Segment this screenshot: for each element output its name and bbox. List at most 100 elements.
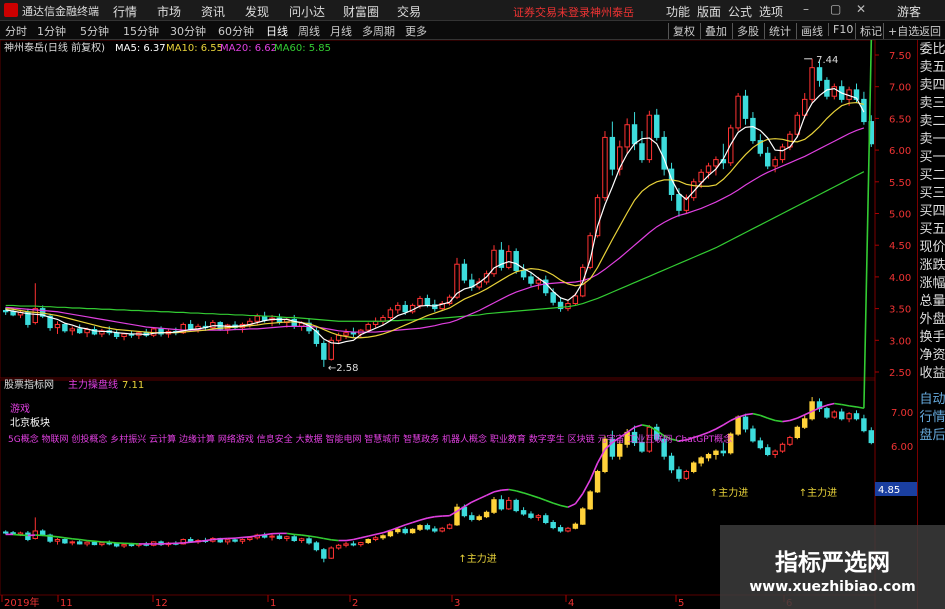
sub-candle-body bbox=[572, 523, 579, 529]
candle-body bbox=[187, 323, 194, 330]
tool-duogu[interactable]: 多股 bbox=[732, 23, 759, 39]
period-monthly[interactable]: 月线 bbox=[330, 23, 352, 39]
menu-jiaoyi[interactable]: 交易 bbox=[397, 3, 421, 20]
guest-button[interactable]: 游客 bbox=[897, 3, 921, 20]
period-5min[interactable]: 5分钟 bbox=[80, 23, 109, 39]
menu-banmian[interactable]: 版面 bbox=[697, 3, 721, 20]
moving-average-lines: 7.44 ←2.58 bbox=[5, 55, 865, 374]
sub-candle-body bbox=[750, 428, 756, 442]
tool-fuquan[interactable]: 复权 bbox=[668, 23, 695, 39]
main-force-line-segment bbox=[13, 533, 21, 536]
tool-biaoji[interactable]: 标记 bbox=[855, 23, 882, 39]
date-tick-label: 11 bbox=[60, 598, 73, 609]
watermark-url: www.xuezhibiao.com bbox=[749, 579, 916, 595]
tool-tongji[interactable]: 统计 bbox=[764, 23, 791, 39]
menu-zixun[interactable]: 资讯 bbox=[201, 3, 225, 20]
period-1min[interactable]: 1分钟 bbox=[37, 23, 66, 39]
sub-candle-body bbox=[705, 454, 712, 459]
menu-xuanxiang[interactable]: 选项 bbox=[759, 3, 783, 20]
candle-body bbox=[594, 197, 601, 237]
price-readout: 4.85 bbox=[878, 485, 900, 496]
price-tick-label: 4.50 bbox=[889, 241, 911, 252]
watermark-title: 指标严选网 bbox=[775, 550, 890, 576]
sub-candle-body bbox=[121, 544, 127, 547]
tool-f10[interactable]: F10 bbox=[828, 23, 853, 36]
period-30min[interactable]: 30分钟 bbox=[170, 23, 206, 39]
main-force-line-segment bbox=[789, 417, 798, 422]
main-force-line-segment bbox=[397, 524, 406, 529]
candle-body bbox=[713, 159, 719, 167]
main-force-line-segment bbox=[552, 502, 561, 507]
sidebar-item-21[interactable]: 盘后 bbox=[919, 428, 945, 444]
main-force-line-segment bbox=[856, 406, 865, 410]
minimize-icon[interactable]: – bbox=[803, 2, 809, 16]
sidebar-item-6: 买一 bbox=[919, 150, 945, 165]
period-fenshi[interactable]: 分时 bbox=[5, 23, 27, 39]
sub-candle-body bbox=[291, 536, 297, 542]
sub-candle-body bbox=[113, 543, 120, 547]
tool-back[interactable]: 返回 bbox=[919, 23, 941, 39]
sub-candle-body bbox=[269, 535, 275, 538]
sidebar-item-20[interactable]: 行情 bbox=[919, 410, 945, 426]
sub-panel-title: 股票指标网 bbox=[4, 378, 54, 391]
main-force-line-segment bbox=[722, 419, 732, 426]
main-force-line-segment bbox=[863, 40, 873, 409]
sidebar-item-19[interactable]: 自动 bbox=[919, 392, 945, 408]
candle-body bbox=[639, 143, 645, 161]
main-force-line-segment bbox=[515, 490, 524, 494]
sub-candle-body bbox=[409, 528, 416, 534]
main-force-line-segment bbox=[715, 424, 724, 430]
price-tick-label: 4.00 bbox=[889, 273, 911, 284]
sub-candle-body bbox=[853, 413, 860, 420]
menu-wenxiaoda[interactable]: 问小达 bbox=[289, 3, 325, 20]
sub-candle-body bbox=[365, 539, 371, 544]
sidebar-item-4: 卖二 bbox=[919, 114, 945, 129]
main-force-line-segment bbox=[50, 535, 58, 538]
main-force-line-segment bbox=[190, 540, 199, 544]
main-force-line-segment bbox=[345, 538, 354, 542]
tool-add-watchlist[interactable]: +自选 bbox=[883, 23, 919, 39]
main-force-line-segment bbox=[560, 504, 569, 508]
date-tick-label: 1 bbox=[270, 598, 276, 609]
candle-body bbox=[424, 297, 431, 306]
main-force-line-segment bbox=[538, 496, 547, 502]
main-force-entry-label: ↑主力进 bbox=[799, 486, 837, 499]
candle-body bbox=[76, 328, 83, 334]
price-tick-label: 2.50 bbox=[889, 368, 911, 379]
period-multi[interactable]: 多周期 bbox=[362, 23, 395, 39]
price-axis: 7.50 7.00 6.50 6.00 5.50 5.00 4.50 4.00 3.50 3.00… bbox=[875, 51, 911, 379]
menu-gongshi[interactable]: 公式 bbox=[728, 3, 752, 20]
period-weekly[interactable]: 周线 bbox=[298, 23, 320, 39]
trade-login-notice[interactable]: 证券交易未登录 bbox=[513, 4, 590, 20]
candle-body bbox=[210, 322, 216, 329]
menu-gongneng[interactable]: 功能 bbox=[666, 3, 690, 20]
sidebar-item-5: 卖一 bbox=[919, 132, 945, 147]
kline-chart[interactable]: 7.50 7.00 6.50 6.00 5.50 5.00 4.50 4.00 3.50 3.00… bbox=[0, 40, 917, 609]
menu-bar: 通达信金融终端 行情 市场 资讯 发现 问小达 财富圈 交易 证券交易未登录 神… bbox=[0, 0, 945, 21]
close-icon[interactable]: ✕ bbox=[856, 2, 866, 16]
menu-caifuquan[interactable]: 财富圈 bbox=[343, 3, 379, 20]
main-force-line-segment bbox=[760, 414, 769, 419]
tool-huaxian[interactable]: 画线 bbox=[796, 23, 823, 39]
sub-candle-body bbox=[765, 447, 771, 456]
sidebar-item-7: 买二 bbox=[919, 168, 945, 183]
period-daily[interactable]: 日线 bbox=[266, 23, 288, 39]
candle-body bbox=[809, 67, 815, 100]
period-60min[interactable]: 60分钟 bbox=[218, 23, 254, 39]
main-force-line-segment bbox=[752, 412, 761, 417]
period-more[interactable]: 更多 bbox=[405, 23, 427, 39]
menu-faxian[interactable]: 发现 bbox=[245, 3, 269, 20]
period-15min[interactable]: 15分钟 bbox=[123, 23, 159, 39]
candle-body bbox=[572, 295, 579, 305]
tool-diejia[interactable]: 叠加 bbox=[700, 23, 727, 39]
sub-candle-body bbox=[224, 539, 231, 543]
menu-shichang[interactable]: 市场 bbox=[157, 3, 181, 20]
candle-body bbox=[528, 276, 534, 284]
sub-candle-body bbox=[395, 528, 401, 533]
sub-candle-body bbox=[343, 543, 349, 546]
date-tick-label: 4 bbox=[568, 598, 574, 609]
sub-candle-body bbox=[76, 541, 83, 545]
menu-hangqing[interactable]: 行情 bbox=[113, 3, 137, 20]
maximize-icon[interactable]: ▢ bbox=[830, 2, 841, 16]
main-force-line-segment bbox=[87, 539, 95, 542]
